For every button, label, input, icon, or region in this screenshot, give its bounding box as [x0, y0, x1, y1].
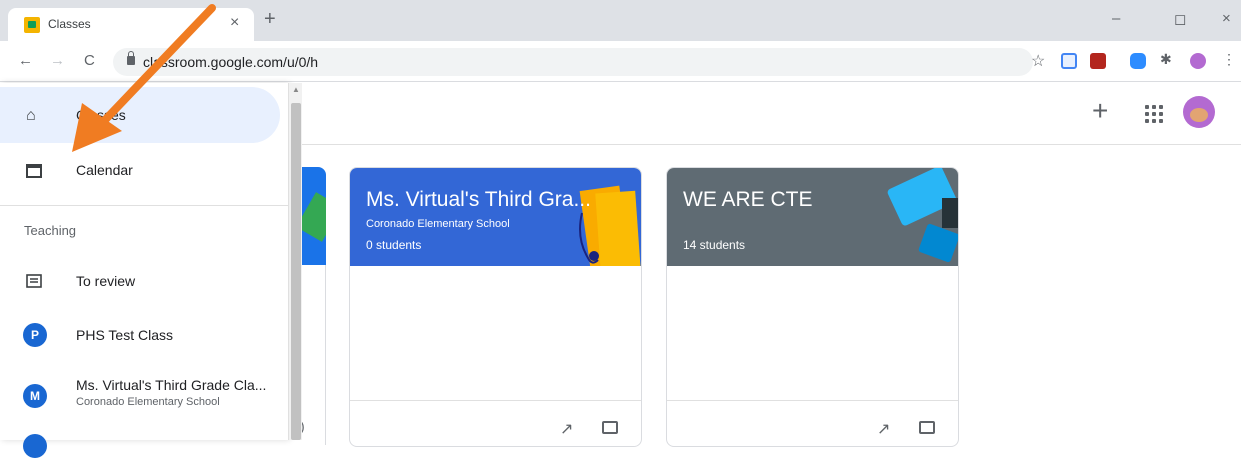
tab-close-icon[interactable]: × [230, 14, 239, 32]
reload-icon[interactable]: C [84, 52, 95, 69]
new-tab-button[interactable]: + [264, 9, 276, 29]
sidebar-item-to-review[interactable]: To review [0, 253, 280, 309]
profile-avatar-icon[interactable] [1190, 53, 1206, 69]
zoom-extension-icon[interactable] [1130, 53, 1146, 69]
section-heading-teaching: Teaching [24, 223, 77, 238]
scrollbar-thumb[interactable] [291, 103, 301, 440]
sidebar-item-label: Ms. Virtual's Third Grade Cla... [76, 377, 267, 393]
browser-tab[interactable]: Classes × [8, 8, 254, 41]
puzzle-extensions-icon[interactable]: ✱ [1160, 51, 1176, 67]
sidebar-scrollbar[interactable]: ▲ [288, 83, 302, 440]
class-card[interactable]: Ms. Virtual's Third Gra... Coronado Elem… [349, 167, 642, 447]
google-apps-icon[interactable] [1145, 105, 1163, 123]
class-initial-avatar: P [23, 323, 47, 347]
class-card-banner[interactable]: WE ARE CTE 14 students [667, 168, 958, 266]
divider [0, 205, 288, 206]
tab-title: Classes [48, 17, 91, 31]
sidebar-item-calendar[interactable]: Calendar [0, 142, 280, 198]
minimize-button[interactable]: – [1112, 10, 1120, 27]
navigation-drawer: ⌂ Classes Calendar Teaching To review P … [0, 83, 288, 458]
home-icon: ⌂ [26, 107, 36, 124]
extension-icon[interactable] [1061, 53, 1077, 69]
back-icon[interactable]: ← [18, 52, 33, 69]
account-avatar[interactable] [1183, 96, 1215, 128]
student-count: 0 students [366, 238, 422, 252]
calendar-icon [26, 162, 42, 183]
restore-button[interactable]: ◻ [1174, 10, 1186, 28]
inbox-icon [26, 273, 42, 294]
sidebar-item-third-grade-class[interactable]: M Ms. Virtual's Third Grade Cla... Coron… [0, 363, 280, 419]
classroom-favicon-icon [24, 17, 40, 33]
sidebar-item-label: Classes [76, 107, 126, 123]
class-card-banner[interactable]: Ms. Virtual's Third Gra... Coronado Elem… [350, 168, 641, 266]
forward-icon[interactable]: → [50, 52, 65, 69]
class-initial-avatar-partial[interactable] [23, 434, 47, 458]
sidebar-item-label: To review [76, 273, 136, 289]
url-text: classroom.google.com/u/0/h [143, 54, 319, 70]
class-initial-avatar: M [23, 384, 47, 408]
folder-icon[interactable] [919, 421, 935, 434]
trending-icon[interactable]: ↗ [877, 419, 890, 439]
sidebar-item-classes[interactable]: ⌂ Classes [0, 87, 280, 143]
class-section: Coronado Elementary School [366, 218, 510, 230]
trending-icon[interactable]: ↗ [560, 419, 573, 439]
student-count: 14 students [683, 238, 746, 252]
browser-menu-icon[interactable]: ⋮ [1222, 51, 1236, 68]
lock-icon [127, 51, 135, 65]
class-title[interactable]: WE ARE CTE [683, 188, 813, 212]
class-card-banner-partial[interactable] [298, 167, 326, 265]
omnibox[interactable]: classroom.google.com/u/0/h [113, 48, 1033, 76]
folder-icon[interactable] [602, 421, 618, 434]
class-title[interactable]: Ms. Virtual's Third Gra... [366, 188, 591, 212]
sidebar-item-phs-test-class[interactable]: P PHS Test Class [0, 307, 280, 363]
class-card[interactable]: WE ARE CTE 14 students ↗ [666, 167, 959, 447]
sidebar-item-label: PHS Test Class [76, 327, 173, 343]
sidebar-item-label: Calendar [76, 162, 133, 178]
browser-tab-bar: Classes × + – ◻ × [0, 0, 1241, 41]
window-close-button[interactable]: × [1222, 10, 1231, 27]
sidebar-item-subtitle: Coronado Elementary School [76, 396, 220, 408]
create-class-button[interactable]: + [1092, 95, 1108, 127]
bookmark-star-icon[interactable]: ☆ [1031, 51, 1045, 71]
pdf-extension-icon[interactable] [1090, 53, 1106, 69]
address-bar-row: ← → C classroom.google.com/u/0/h ☆ ✱ ⋮ [0, 41, 1241, 82]
scroll-up-icon[interactable]: ▲ [292, 85, 300, 94]
